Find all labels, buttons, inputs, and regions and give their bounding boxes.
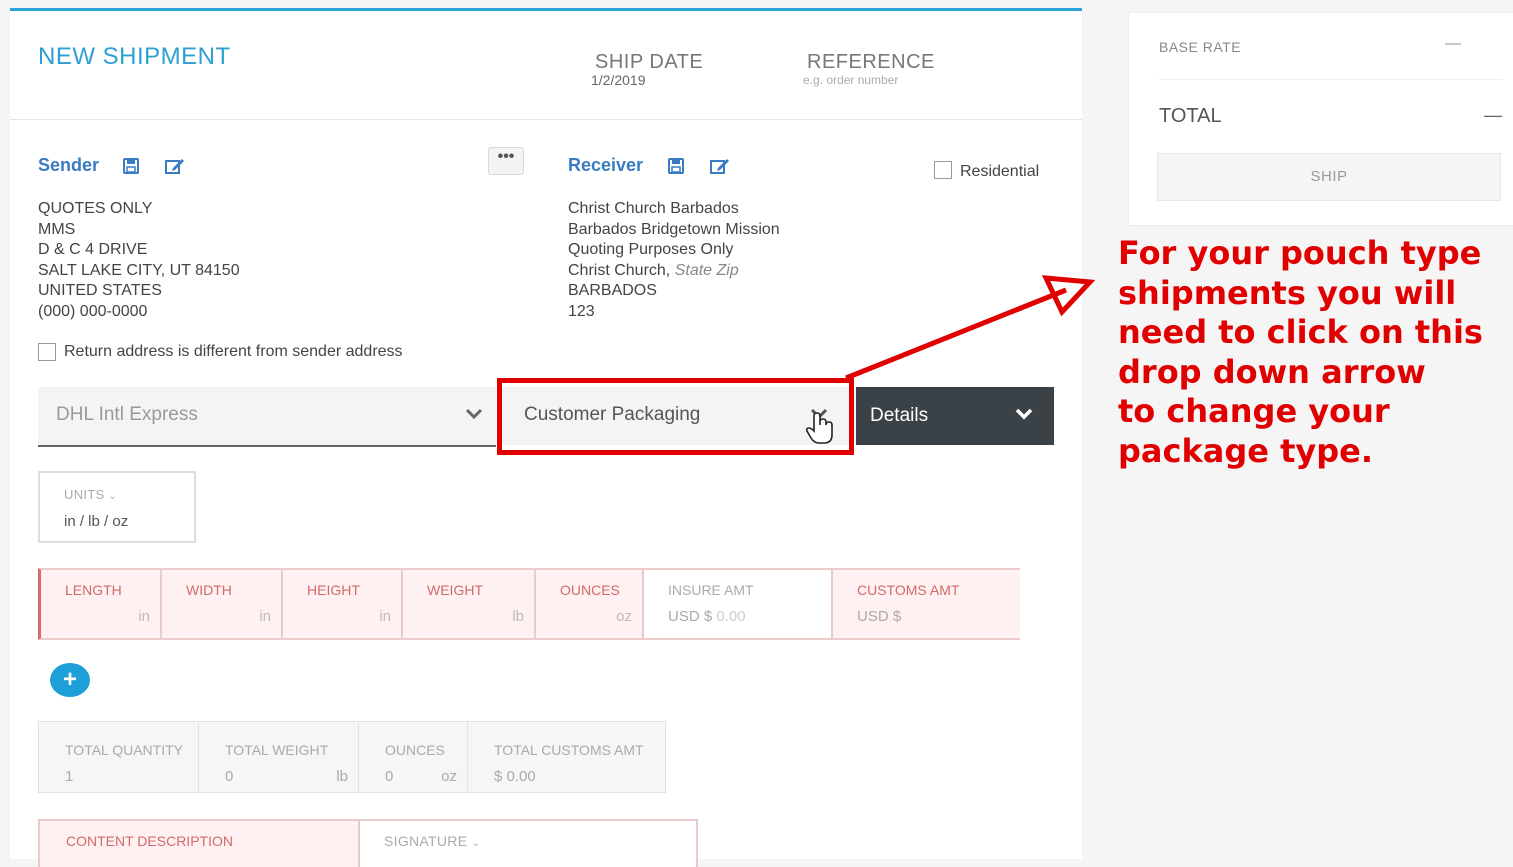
instruction-annotation: For your pouch type shipments you will n… [1118,234,1510,471]
annotation-line: drop down arrow [1118,352,1426,391]
annotation-line: package type. [1118,431,1374,470]
annotation-line: For your pouch type [1118,234,1482,272]
annotation-line: to change your [1118,392,1390,430]
annotation-line: shipments you will [1118,273,1457,312]
annotation-line: need to click on this [1118,313,1483,351]
